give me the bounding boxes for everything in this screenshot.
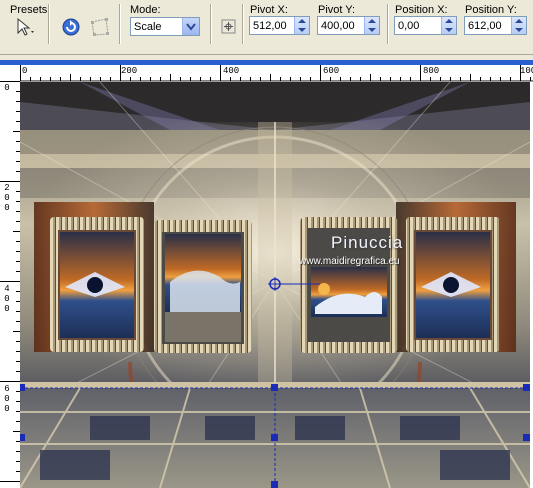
deform-icon[interactable] [88,16,112,38]
ruler-label: 100 [520,66,533,76]
mode-label: Mode: [130,4,161,16]
toolbar-separator [48,4,50,44]
ruler-label: 200 [121,66,138,76]
spin-arrows-icon[interactable] [364,17,379,34]
position-x-label: Position X: [395,4,448,16]
ruler-label: 0 [22,66,28,76]
mode-select[interactable]: Scale [130,17,200,36]
presets-label: Presets: [10,4,51,16]
watermark-url: www.maidiregrafica.eu [299,256,400,267]
vertical-ruler: 0 200 400 600 [0,81,21,488]
position-x-value: 0,00 [398,20,420,32]
mode-value: Scale [134,21,162,33]
toolbar-separator [242,4,244,44]
toolbar-separator [210,4,212,44]
toolbar-separator [119,4,121,44]
reset-icon[interactable] [60,16,84,38]
picture-frame [50,217,144,352]
watermark-title: Pinuccia [331,233,404,252]
pivot-x-label: Pivot X: [250,4,288,16]
ruler-label: 400 [223,66,240,76]
pivot-icon[interactable] [217,16,241,38]
position-y-field[interactable]: 612,00 [464,16,527,35]
artwork [20,82,530,488]
ruler-label: 400 [4,284,10,314]
pivot-x-field[interactable]: 512,00 [249,16,310,35]
pivot-y-field[interactable]: 400,00 [317,16,380,35]
position-y-value: 612,00 [468,20,502,32]
position-x-field[interactable]: 0,00 [394,16,457,35]
ruler-label: 800 [423,66,440,76]
position-y-label: Position Y: [465,4,517,16]
preset-arrow-icon[interactable] [13,17,37,39]
chevron-down-icon[interactable] [182,18,199,35]
ruler-label: 0 [4,83,10,93]
pivot-y-value: 400,00 [321,20,355,32]
ruler-label: 600 [323,66,340,76]
spin-arrows-icon[interactable] [441,17,456,34]
spin-arrows-icon[interactable] [511,17,526,34]
toolbar-separator [387,4,389,44]
ruler-corner [0,65,20,81]
image-canvas[interactable]: Pinuccia www.maidiregrafica.eu [20,82,530,488]
pivot-y-label: Pivot Y: [318,4,356,16]
ruler-label: 600 [4,384,10,414]
horizontal-ruler: 0 200 400 600 800 100 [20,65,533,82]
pivot-x-value: 512,00 [253,20,287,32]
ruler-label: 200 [4,183,10,213]
tool-options-bar: Presets: Mode: Scale Pivot X: 512,00 Piv… [0,0,533,55]
spin-arrows-icon[interactable] [294,17,309,34]
